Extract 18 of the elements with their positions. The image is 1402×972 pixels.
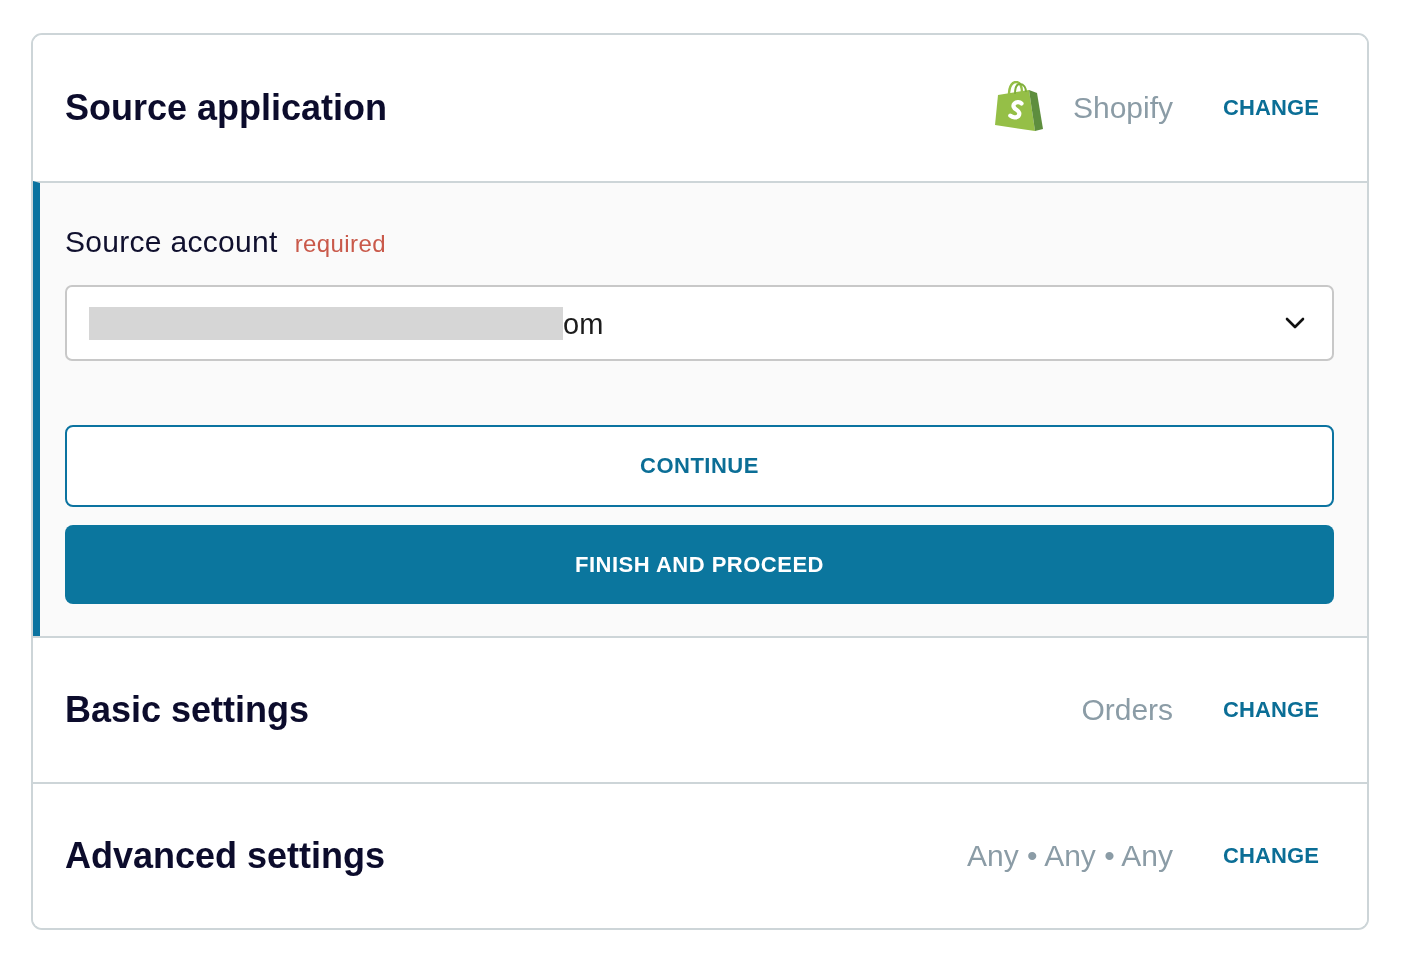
change-link[interactable]: CHANGE — [1223, 95, 1319, 121]
section-title: Advanced settings — [65, 835, 386, 877]
primary-button[interactable]: FINISH AND PROCEED — [65, 525, 1334, 604]
section-title: Source application — [65, 87, 388, 129]
section-summary: Shopify — [1073, 91, 1174, 125]
outline-button[interactable]: CONTINUE — [65, 425, 1334, 507]
account-select[interactable]: om — [65, 285, 1334, 361]
chevron-down-icon — [1285, 317, 1305, 329]
section-header[interactable]: Advanced settings Any • Any • Any CHANGE — [33, 782, 1367, 928]
required-note: required — [294, 230, 386, 258]
change-link[interactable]: CHANGE — [1223, 843, 1319, 869]
shopping-bag-icon — [995, 81, 1043, 133]
change-link[interactable]: CHANGE — [1223, 697, 1319, 723]
section-summary: Orders — [1081, 693, 1174, 727]
section-summary: Any • Any • Any — [966, 839, 1174, 873]
section-title: Basic settings — [65, 689, 310, 731]
select-value: om — [563, 307, 604, 341]
field-label: Source account — [65, 225, 278, 259]
